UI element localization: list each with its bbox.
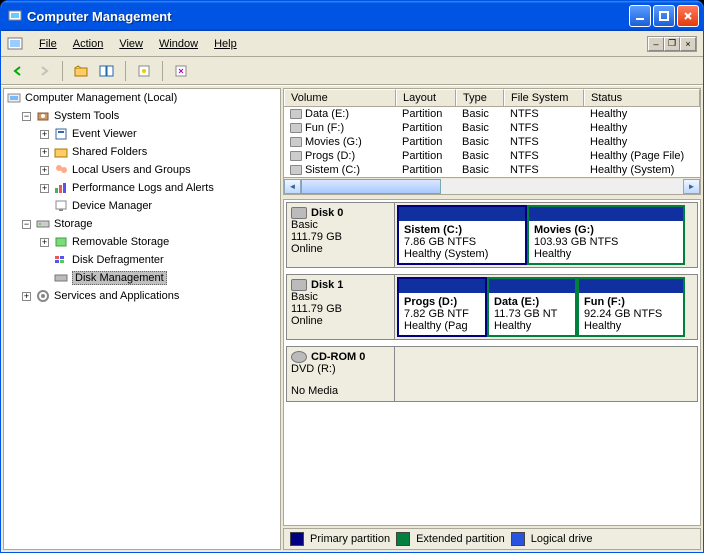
close-button[interactable] (677, 5, 699, 27)
disk-info: Disk 0Basic111.79 GBOnline (287, 203, 395, 267)
expand-icon[interactable]: + (40, 238, 49, 247)
titlebar[interactable]: Computer Management (1, 1, 703, 31)
tree-shared-folders[interactable]: +Shared Folders (4, 143, 280, 161)
maximize-button[interactable] (653, 5, 675, 27)
h-scrollbar[interactable]: ◄ ► (284, 177, 700, 194)
disk-icon (291, 207, 307, 219)
back-button[interactable] (7, 60, 29, 82)
scroll-right-icon[interactable]: ► (683, 179, 700, 194)
cdrom-row[interactable]: CD-ROM 0 DVD (R:) No Media (286, 346, 698, 402)
partition[interactable]: Progs (D:)7.82 GB NTFHealthy (Pag (397, 277, 487, 337)
disk-info: Disk 1Basic111.79 GBOnline (287, 275, 395, 339)
table-row[interactable]: Fun (F:)PartitionBasicNTFSHealthy (284, 121, 700, 135)
tree-device-mgr[interactable]: Device Manager (4, 197, 280, 215)
legend-logical: Logical drive (531, 533, 593, 545)
legend-primary: Primary partition (310, 533, 390, 545)
menu-file[interactable]: File (31, 35, 65, 53)
tree-system-tools[interactable]: −System Tools (4, 107, 280, 125)
col-filesystem[interactable]: File System (504, 89, 584, 106)
content-area: Computer Management (Local) −System Tool… (1, 85, 703, 552)
mdi-close-button[interactable]: × (680, 37, 696, 51)
expand-icon[interactable]: + (40, 184, 49, 193)
tree-root[interactable]: Computer Management (Local) (4, 89, 280, 107)
tree-removable[interactable]: +Removable Storage (4, 233, 280, 251)
collapse-icon[interactable]: − (22, 220, 31, 229)
disk-icon (291, 279, 307, 291)
volume-icon (290, 123, 302, 133)
tree-local-users[interactable]: +Local Users and Groups (4, 161, 280, 179)
up-folder-button[interactable] (70, 60, 92, 82)
minimize-button[interactable] (629, 5, 651, 27)
tree-services[interactable]: +Services and Applications (4, 287, 280, 305)
menu-action[interactable]: Action (65, 35, 112, 53)
col-status[interactable]: Status (584, 89, 700, 106)
tree-perf-logs[interactable]: +Performance Logs and Alerts (4, 179, 280, 197)
table-row[interactable]: Sistem (C:)PartitionBasicNTFSHealthy (Sy… (284, 163, 700, 177)
scroll-thumb[interactable] (301, 179, 441, 194)
menu-help[interactable]: Help (206, 35, 245, 53)
volume-grid[interactable]: Volume Layout Type File System Status Da… (283, 88, 701, 195)
expand-icon[interactable]: + (22, 292, 31, 301)
cdrom-icon (291, 351, 307, 363)
scroll-track[interactable] (301, 179, 683, 194)
properties-button[interactable] (133, 60, 155, 82)
partition[interactable]: Sistem (C:)7.86 GB NTFSHealthy (System) (397, 205, 527, 265)
mdi-icon (7, 36, 23, 52)
legend-primary-swatch (290, 532, 304, 546)
cdrom-info: CD-ROM 0 DVD (R:) No Media (287, 347, 395, 401)
legend: Primary partition Extended partition Log… (283, 528, 701, 550)
grid-header[interactable]: Volume Layout Type File System Status (284, 89, 700, 107)
legend-extended: Extended partition (416, 533, 505, 545)
disk-row[interactable]: Disk 1Basic111.79 GBOnlineProgs (D:)7.82… (286, 274, 698, 340)
window: Computer Management File Action View Win… (0, 0, 704, 553)
refresh-button[interactable] (170, 60, 192, 82)
menubar: File Action View Window Help – ❐ × (1, 31, 703, 57)
table-row[interactable]: Data (E:)PartitionBasicNTFSHealthy (284, 107, 700, 121)
col-type[interactable]: Type (456, 89, 504, 106)
col-layout[interactable]: Layout (396, 89, 456, 106)
toolbar (1, 57, 703, 85)
window-title: Computer Management (27, 9, 629, 24)
table-row[interactable]: Progs (D:)PartitionBasicNTFSHealthy (Pag… (284, 149, 700, 163)
disk-view[interactable]: Disk 0Basic111.79 GBOnlineSistem (C:)7.8… (283, 199, 701, 526)
disk-row[interactable]: Disk 0Basic111.79 GBOnlineSistem (C:)7.8… (286, 202, 698, 268)
menu-view[interactable]: View (111, 35, 151, 53)
expand-icon[interactable]: + (40, 148, 49, 157)
collapse-icon[interactable]: − (22, 112, 31, 121)
scroll-left-icon[interactable]: ◄ (284, 179, 301, 194)
partition[interactable]: Fun (F:)92.24 GB NTFSHealthy (577, 277, 685, 337)
app-icon (7, 8, 23, 24)
volume-icon (290, 151, 302, 161)
tree-event-viewer[interactable]: +Event Viewer (4, 125, 280, 143)
tree-disk-mgmt[interactable]: Disk Management (4, 269, 280, 287)
tree-view[interactable]: Computer Management (Local) −System Tool… (3, 88, 281, 550)
table-row[interactable]: Movies (G:)PartitionBasicNTFSHealthy (284, 135, 700, 149)
tree-defrag[interactable]: Disk Defragmenter (4, 251, 280, 269)
show-hide-button[interactable] (96, 60, 118, 82)
legend-logical-swatch (511, 532, 525, 546)
menu-window[interactable]: Window (151, 35, 206, 53)
volume-icon (290, 109, 302, 119)
mdi-minimize-button[interactable]: – (648, 37, 664, 51)
mdi-restore-button[interactable]: ❐ (664, 37, 680, 51)
expand-icon[interactable]: + (40, 166, 49, 175)
forward-button[interactable] (33, 60, 55, 82)
expand-icon[interactable]: + (40, 130, 49, 139)
volume-icon (290, 137, 302, 147)
legend-extended-swatch (396, 532, 410, 546)
tree-storage[interactable]: −Storage (4, 215, 280, 233)
partition[interactable]: Movies (G:)103.93 GB NTFSHealthy (527, 205, 685, 265)
col-volume[interactable]: Volume (284, 89, 396, 106)
volume-icon (290, 165, 302, 175)
partition[interactable]: Data (E:)11.73 GB NTHealthy (487, 277, 577, 337)
right-pane: Volume Layout Type File System Status Da… (283, 88, 701, 550)
